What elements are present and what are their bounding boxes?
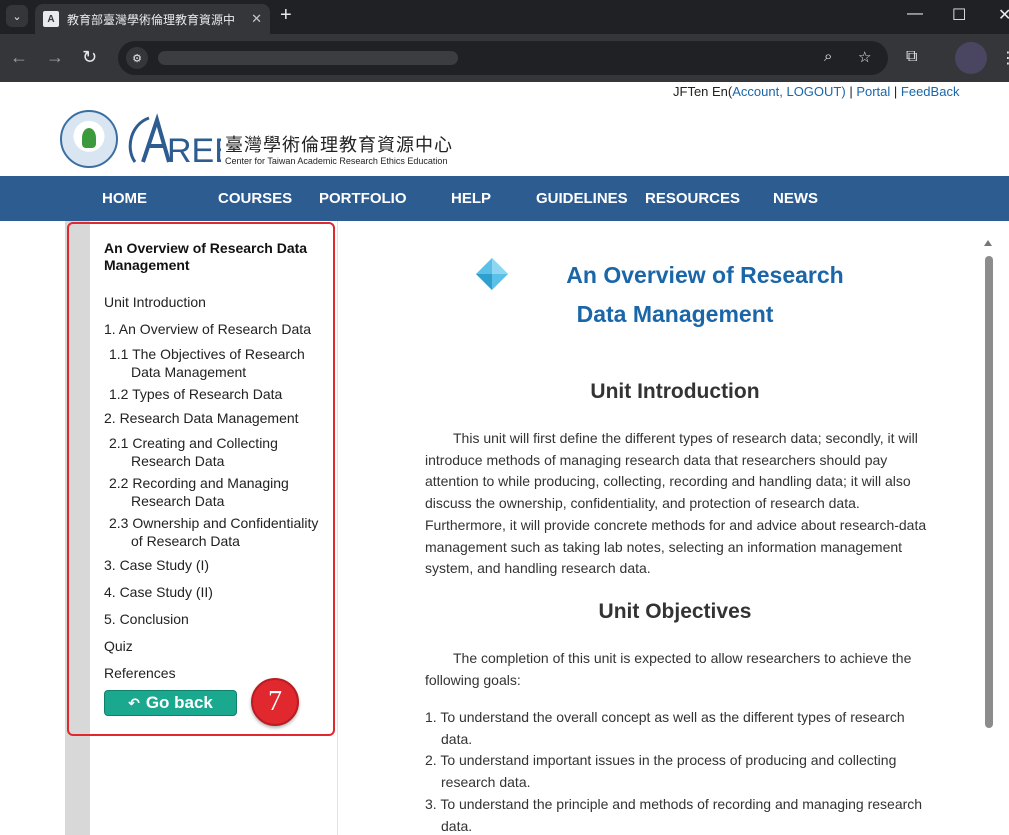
intro-paragraph: This unit will first define the differen… <box>425 430 927 577</box>
browser-menu-icon[interactable]: ⋮ <box>1000 48 1009 68</box>
site-favicon-icon: A <box>43 11 59 27</box>
userbar-separator: | <box>845 84 857 99</box>
annotation-step-badge: 7 <box>251 678 299 726</box>
page-title-text: An Overview of Research Data Management <box>566 262 844 327</box>
list-item: 2. To understand important issues in the… <box>425 752 897 791</box>
nav-resources[interactable]: RESOURCES <box>645 190 740 207</box>
ministry-of-education-logo[interactable] <box>60 110 118 168</box>
nav-guidelines[interactable]: GUIDELINES <box>536 190 628 207</box>
svg-text:REE: REE <box>167 132 221 166</box>
list-item: 1. To understand the overall concept as … <box>425 709 905 747</box>
url-text-redacted <box>158 51 458 65</box>
reload-icon[interactable]: ↻ <box>82 47 97 68</box>
page-title: An Overview of Research Data Management <box>425 256 925 334</box>
feedback-link[interactable]: FeedBack <box>901 84 960 99</box>
browser-tab-strip: ⌄ A 教育部臺灣學術倫理教育資源中 ✕ + — ☐ ✕ <box>0 0 1009 34</box>
bookmark-star-icon[interactable]: ☆ <box>858 48 871 66</box>
new-tab-button[interactable]: + <box>280 5 292 25</box>
extensions-icon[interactable]: ⧉ <box>906 48 917 66</box>
zoom-icon[interactable]: ⌕ <box>824 48 832 65</box>
scrollbar-thumb[interactable] <box>985 256 993 728</box>
objectives-list: 1. To understand the overall concept as … <box>425 707 927 835</box>
objectives-heading: Unit Objectives <box>598 600 752 623</box>
nav-portfolio[interactable]: PORTFOLIO <box>319 190 407 207</box>
list-item: 3. To understand the principle and metho… <box>425 795 923 834</box>
userbar-separator: | <box>890 84 901 99</box>
browser-tab-active[interactable]: A 教育部臺灣學術倫理教育資源中 ✕ <box>35 4 270 34</box>
user-bar: JFTen En(Account, LOGOUT) | Portal | Fee… <box>673 84 959 99</box>
intro-heading: Unit Introduction <box>590 380 760 403</box>
scroll-up-arrow-icon[interactable] <box>984 240 992 246</box>
logout-link[interactable]: LOGOUT <box>786 84 841 99</box>
window-close-button[interactable]: ✕ <box>998 5 1009 25</box>
nav-help[interactable]: HELP <box>451 190 491 207</box>
tab-title: 教育部臺灣學術倫理教育資源中 <box>67 12 236 27</box>
main-navigation: HOME COURSES PORTFOLIO HELP GUIDELINES R… <box>0 176 1009 221</box>
logo-chinese-name: 臺灣學術倫理教育資源中心 <box>225 135 453 155</box>
account-link[interactable]: Account <box>732 84 779 99</box>
maximize-button[interactable]: ☐ <box>952 5 966 25</box>
site-info-icon[interactable]: ⚙ <box>126 47 148 69</box>
browser-toolbar: ← → ↻ ⚙ ⌕ ☆ ⧉ ⋮ <box>0 34 1009 82</box>
nav-courses[interactable]: COURSES <box>218 190 292 207</box>
aree-logo[interactable]: REE <box>121 110 221 166</box>
logo-english-name: Center for Taiwan Academic Research Ethi… <box>225 156 448 166</box>
objectives-paragraph: The completion of this unit is expected … <box>425 650 912 688</box>
nav-news[interactable]: NEWS <box>773 190 818 207</box>
forward-arrow-icon[interactable]: → <box>46 47 64 68</box>
minimize-button[interactable]: — <box>907 5 923 23</box>
user-name: JFTen En( <box>673 84 733 99</box>
profile-avatar[interactable] <box>955 42 987 74</box>
annotation-highlight-box <box>67 222 335 736</box>
chevron-down-icon: ⌄ <box>12 10 22 23</box>
nav-home[interactable]: HOME <box>102 190 147 207</box>
back-arrow-icon[interactable]: ← <box>10 47 28 68</box>
tab-search-button[interactable]: ⌄ <box>6 5 28 27</box>
tab-close-icon[interactable]: ✕ <box>251 11 262 27</box>
portal-link[interactable]: Portal <box>856 84 890 99</box>
address-bar[interactable]: ⚙ ⌕ ☆ <box>118 41 888 75</box>
